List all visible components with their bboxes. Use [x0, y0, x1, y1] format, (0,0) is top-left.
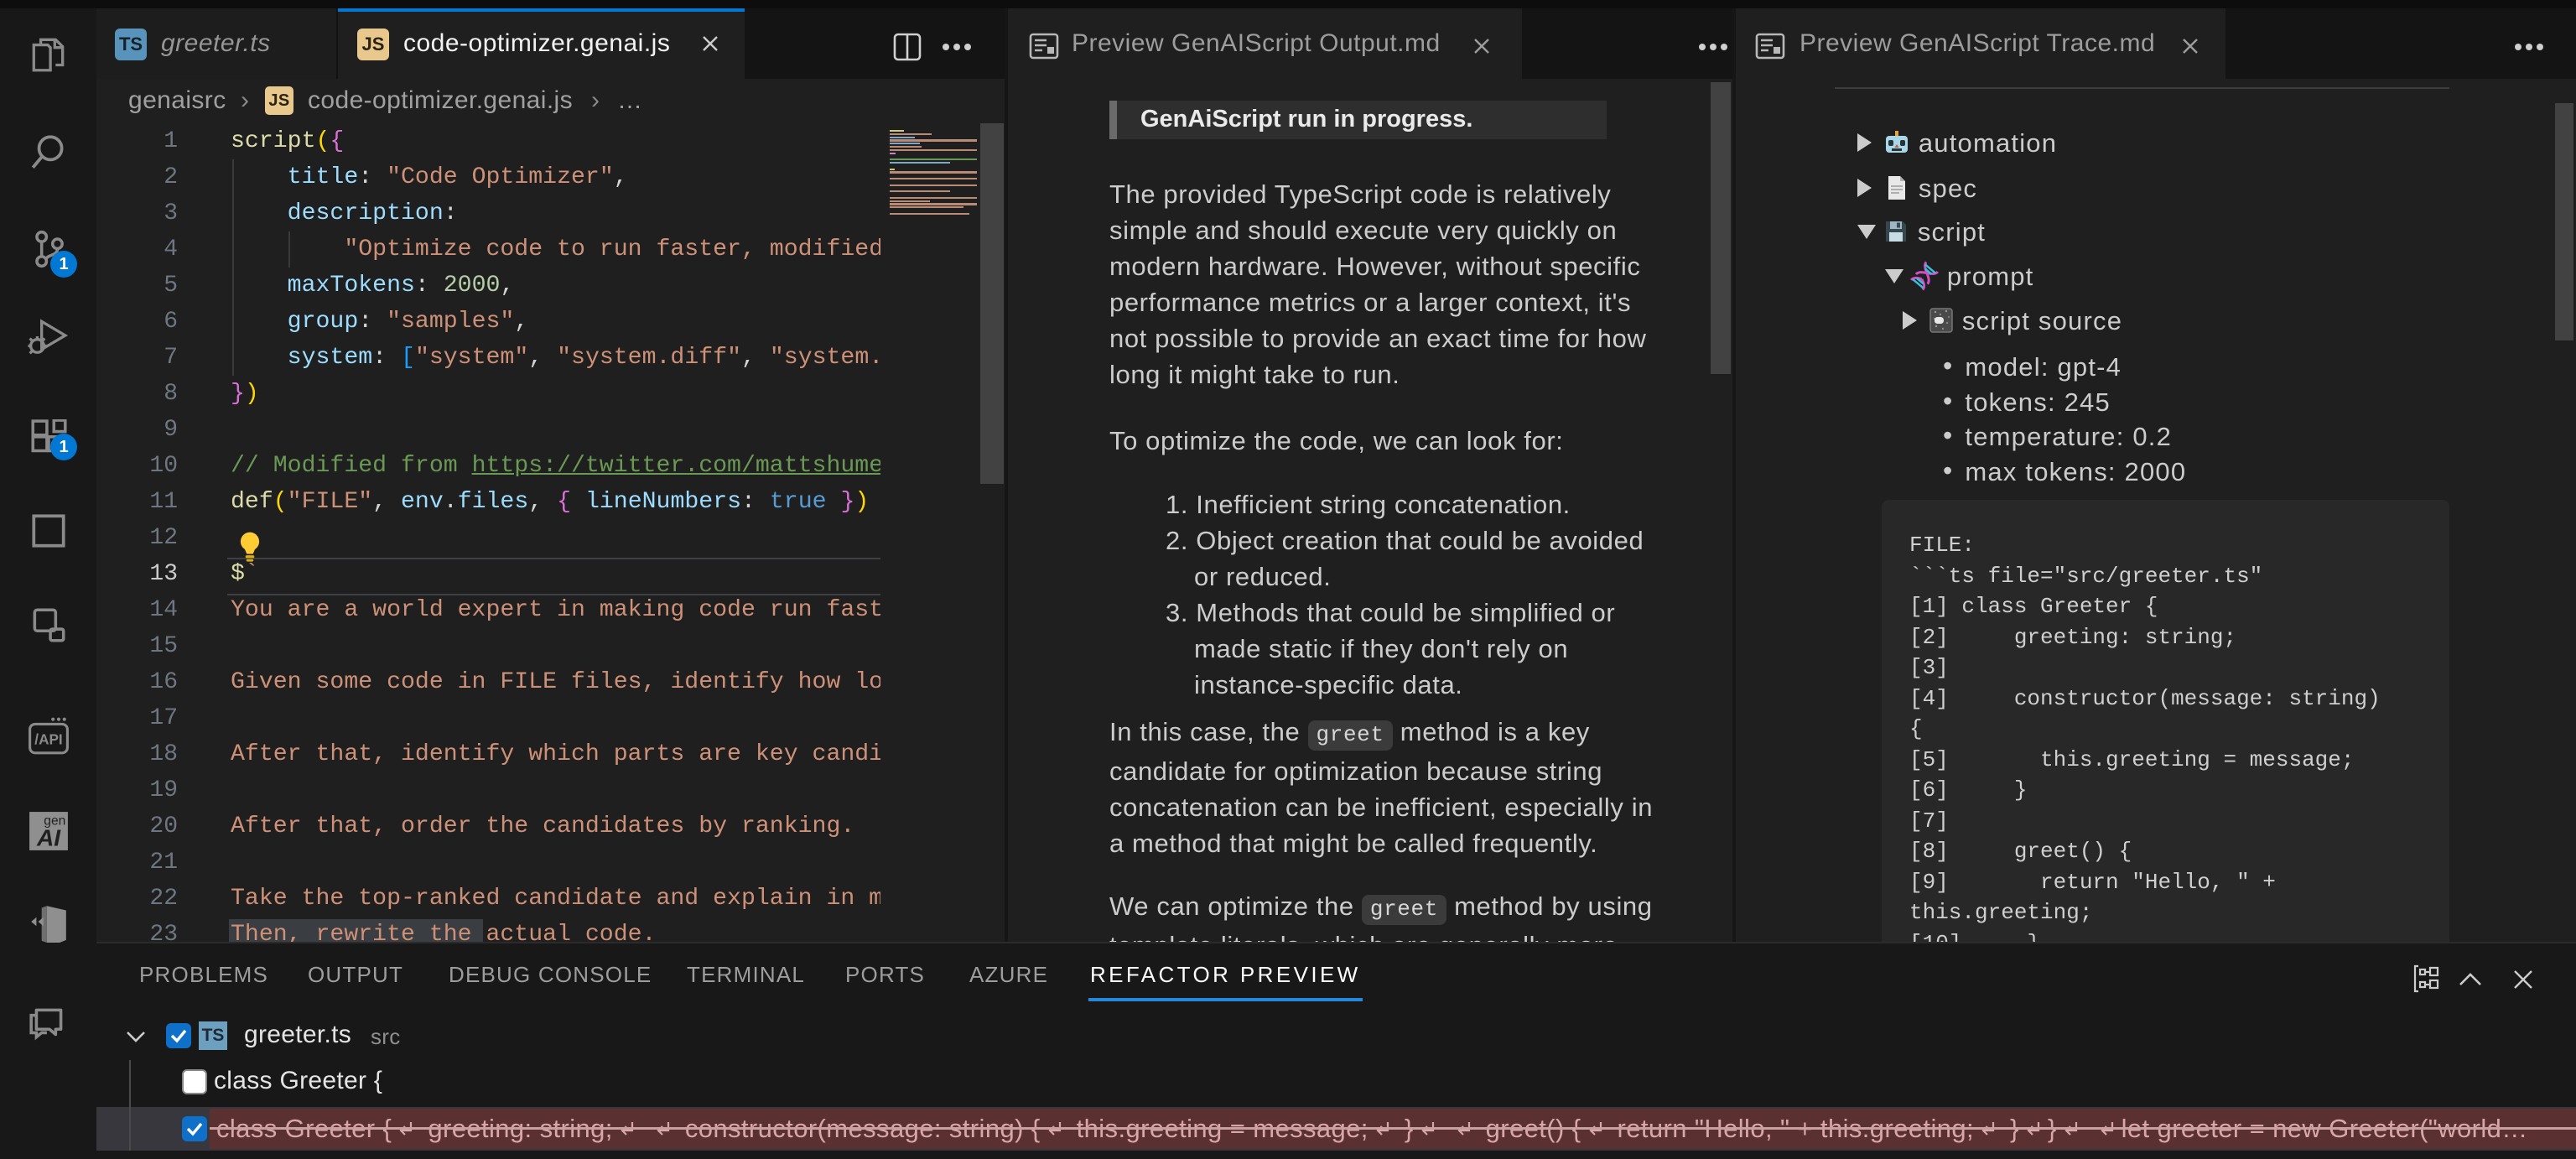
svg-text:/API: /API [34, 730, 62, 747]
svg-text:AI: AI [36, 825, 61, 851]
